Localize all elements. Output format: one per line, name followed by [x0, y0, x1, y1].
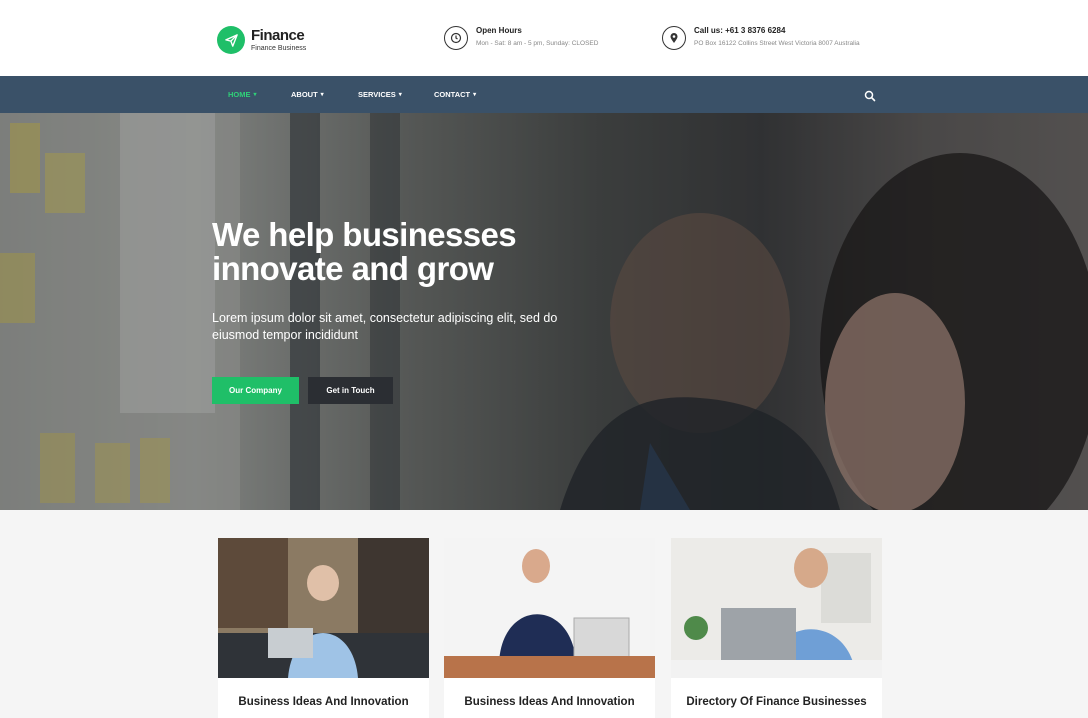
service-card[interactable]: Business Ideas And Innovation	[444, 538, 655, 718]
map-pin-icon	[662, 26, 686, 50]
open-hours-info: Open Hours Mon - Sat: 8 am - 5 pm, Sunda…	[444, 26, 598, 50]
nav-item-label: CONTACT	[434, 90, 471, 99]
nav-item-home[interactable]: HOME ▾	[228, 90, 257, 99]
nav-item-label: SERVICES	[358, 90, 396, 99]
our-company-button[interactable]: Our Company	[212, 377, 299, 404]
service-card[interactable]: Business Ideas And Innovation	[218, 538, 429, 718]
nav-item-label: ABOUT	[291, 90, 318, 99]
chevron-down-icon: ▾	[398, 92, 402, 98]
service-card[interactable]: Directory Of Finance Businesses	[671, 538, 882, 718]
hero-title: We help businesses innovate and grow	[212, 218, 632, 286]
clock-icon	[444, 26, 468, 50]
top-header: Finance Finance Business Open Hours Mon …	[0, 0, 1088, 76]
hero-title-line: innovate and grow	[212, 250, 494, 287]
search-icon[interactable]	[864, 89, 876, 102]
card-title: Business Ideas And Innovation	[464, 696, 635, 708]
chevron-down-icon: ▾	[253, 92, 257, 98]
brand-name: Finance	[251, 26, 305, 44]
card-image	[444, 538, 655, 678]
open-hours-title: Open Hours	[476, 26, 522, 35]
hero-subtext: Lorem ipsum dolor sit amet, consectetur …	[212, 311, 558, 342]
paper-plane-icon	[217, 26, 245, 54]
card-title: Business Ideas And Innovation	[238, 696, 409, 708]
get-in-touch-button[interactable]: Get in Touch	[308, 377, 393, 404]
nav-item-services[interactable]: SERVICES ▾	[358, 90, 402, 99]
chevron-down-icon: ▾	[473, 92, 477, 98]
address-detail: PO Box 16122 Collins Street West Victori…	[694, 40, 860, 47]
card-image	[671, 538, 882, 678]
chevron-down-icon: ▾	[320, 92, 324, 98]
nav-item-contact[interactable]: CONTACT ▾	[434, 90, 476, 99]
open-hours-detail: Mon - Sat: 8 am - 5 pm, Sunday: CLOSED	[476, 40, 599, 47]
brand-tagline: Finance Business	[251, 44, 307, 52]
card-title: Directory Of Finance Businesses	[686, 696, 867, 708]
nav-item-about[interactable]: ABOUT ▾	[291, 90, 324, 99]
brand-logo[interactable]: Finance Finance Business	[217, 26, 306, 54]
nav-item-label: HOME	[228, 90, 251, 99]
main-nav: HOME ▾ ABOUT ▾ SERVICES ▾ CONTACT ▾	[0, 76, 1088, 113]
card-image	[218, 538, 429, 678]
hero-title-line: We help businesses	[212, 216, 517, 253]
address-info: Call us: +61 3 8376 6284 PO Box 16122 Co…	[662, 26, 860, 50]
phone-title: Call us: +61 3 8376 6284	[694, 26, 786, 35]
